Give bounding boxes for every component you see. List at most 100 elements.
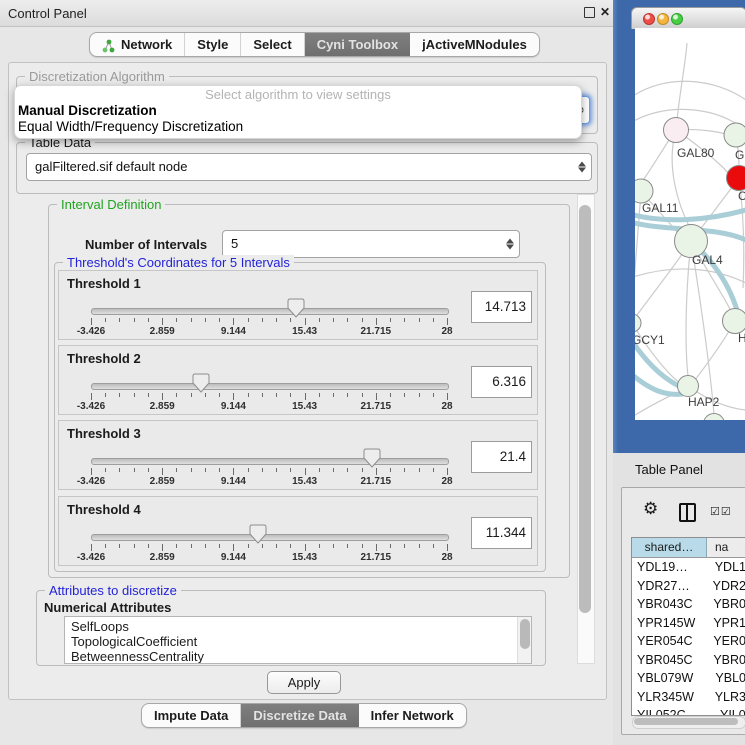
network-node-c[interactable] <box>727 166 745 191</box>
slider-tick <box>148 544 149 548</box>
slider-thumb[interactable] <box>192 373 210 393</box>
slider-track[interactable] <box>91 534 449 541</box>
float-icon[interactable] <box>584 7 595 18</box>
attribute-list-item[interactable]: TopologicalCoefficient <box>65 634 531 649</box>
table-horizontal-scrollbar[interactable] <box>632 716 745 729</box>
slider-tick <box>176 544 177 548</box>
combo-arrows-icon <box>506 239 514 250</box>
table-row[interactable]: YDR27…YDR2 <box>632 577 745 596</box>
tab-cyni-toolbox[interactable]: Cyni Toolbox <box>305 33 410 56</box>
attribute-list-item[interactable]: SelfLoops <box>65 619 531 634</box>
tab-discretize-data[interactable]: Discretize Data <box>241 704 358 727</box>
node-attribute-table[interactable]: shared… na YDL19…YDL1YDR27…YDR2YBR043CYB… <box>631 537 745 716</box>
table-row[interactable]: YBR043CYBR0 <box>632 595 745 614</box>
interval-definition-title: Interval Definition <box>57 197 165 212</box>
table-data-combobox[interactable]: galFiltered.sif default node <box>26 153 592 181</box>
table-header-shared[interactable]: shared… <box>632 538 707 557</box>
threshold-value-field[interactable]: 21.4 <box>471 441 532 473</box>
slider-tick-label: 2.859 <box>150 552 175 563</box>
number-of-intervals-combobox[interactable]: 5 <box>222 230 520 258</box>
columns-icon[interactable] <box>679 503 696 522</box>
slider-tick-label: 28 <box>441 326 452 337</box>
apply-button[interactable]: Apply <box>267 671 341 694</box>
threshold-value-field[interactable]: 6.316 <box>471 366 532 398</box>
network-node-hap2[interactable] <box>678 376 699 397</box>
network-node-h[interactable] <box>723 309 745 334</box>
slider-tick <box>333 318 334 322</box>
table-cell-name: YIL0 <box>712 706 745 716</box>
table-header-name[interactable]: na <box>707 538 745 557</box>
tab-infer-network[interactable]: Infer Network <box>359 704 466 727</box>
slider-tick <box>376 468 377 475</box>
popup-item-equal-width-frequency-discretization[interactable]: Equal Width/Frequency Discretization <box>15 119 581 135</box>
slider-tick <box>390 544 391 548</box>
network-node-g[interactable] <box>724 123 745 147</box>
network-window-titlebar[interactable] <box>631 7 745 29</box>
tab-style[interactable]: Style <box>185 33 241 56</box>
tab-select[interactable]: Select <box>241 33 304 56</box>
table-cell-name: YER0 <box>705 632 745 651</box>
table-row[interactable]: YBL079WYBL0 <box>632 669 745 688</box>
network-node-label: H <box>738 331 745 345</box>
slider-track[interactable] <box>91 458 449 465</box>
minimize-light[interactable] <box>657 13 669 25</box>
network-view-canvas[interactable]: GAL80GCGAL11GAL4GCY1HHAP2 <box>635 28 745 420</box>
attributes-list-scrollbar[interactable] <box>517 617 531 663</box>
tab-label: Select <box>253 37 291 52</box>
table-row[interactable]: YLR345WYLR3 <box>632 688 745 707</box>
gear-icon[interactable]: ⚙ <box>643 499 658 519</box>
checkboxes-icon[interactable]: ☑☑ <box>710 505 732 518</box>
slider-tick <box>404 318 405 322</box>
table-cell-shared-name: YBR045C <box>632 651 705 670</box>
table-row[interactable]: YIL052CYIL0 <box>632 706 745 716</box>
slider-tick <box>119 393 120 397</box>
tab-impute-data[interactable]: Impute Data <box>142 704 241 727</box>
slider-tick <box>233 544 234 551</box>
slider-tick <box>105 393 106 397</box>
table-row[interactable]: YBR045CYBR0 <box>632 651 745 670</box>
slider-tick <box>248 318 249 322</box>
slider-tick <box>447 468 448 475</box>
slider-tick <box>305 393 306 400</box>
main-vertical-scrollbar[interactable] <box>577 194 595 664</box>
slider-tick <box>419 318 420 322</box>
slider-tick-label: 9.144 <box>221 476 246 487</box>
network-node-label: GAL4 <box>692 253 723 267</box>
table-data-value: galFiltered.sif default node <box>35 154 571 180</box>
table-row[interactable]: YDL19…YDL1 <box>632 558 745 577</box>
screenshot-root: Control Panel ✕ NetworkStyleSelectCyni T… <box>0 0 745 745</box>
close-icon[interactable]: ✕ <box>600 5 610 19</box>
table-row[interactable]: YER054CYER0 <box>632 632 745 651</box>
tab-jactivemnodules[interactable]: jActiveMNodules <box>410 33 539 56</box>
network-node[interactable] <box>704 414 725 421</box>
algorithm-dropdown-popup: Select algorithm to view settings Manual… <box>14 85 582 139</box>
network-node-gcy1[interactable] <box>635 314 641 332</box>
slider-thumb[interactable] <box>249 524 267 544</box>
network-node-gal11[interactable] <box>635 179 653 203</box>
network-edge <box>635 109 740 126</box>
slider-track[interactable] <box>91 308 449 315</box>
slider-tick-label: 15.43 <box>292 326 317 337</box>
slider-tick <box>262 318 263 322</box>
slider-thumb[interactable] <box>363 448 381 468</box>
network-node-gal80[interactable] <box>664 118 689 143</box>
popup-placeholder-item[interactable]: Select algorithm to view settings <box>15 86 581 103</box>
threshold-value-field[interactable]: 14.713 <box>471 291 532 323</box>
slider-track[interactable] <box>91 383 449 390</box>
slider-tick <box>290 318 291 322</box>
tab-label: Network <box>121 37 172 52</box>
table-row[interactable]: YPR145WYPR1 <box>632 614 745 633</box>
zoom-light[interactable] <box>671 13 683 25</box>
threshold-value-field[interactable]: 11.344 <box>471 517 532 549</box>
slider-tick <box>390 393 391 397</box>
slider-tick-label: 21.715 <box>361 552 392 563</box>
close-light[interactable] <box>643 13 655 25</box>
popup-item-manual-discretization[interactable]: Manual Discretization <box>15 103 581 119</box>
numerical-attributes-list[interactable]: SelfLoopsTopologicalCoefficientBetweenne… <box>64 616 532 664</box>
slider-tick <box>248 393 249 397</box>
attribute-list-item[interactable]: BetweennessCentrality <box>65 649 531 664</box>
tab-network[interactable]: Network <box>90 33 185 56</box>
slider-thumb[interactable] <box>287 298 305 318</box>
threshold-1-panel: Threshold 1-3.4262.8599.14415.4321.71528… <box>58 270 538 340</box>
slider-tick <box>362 544 363 548</box>
